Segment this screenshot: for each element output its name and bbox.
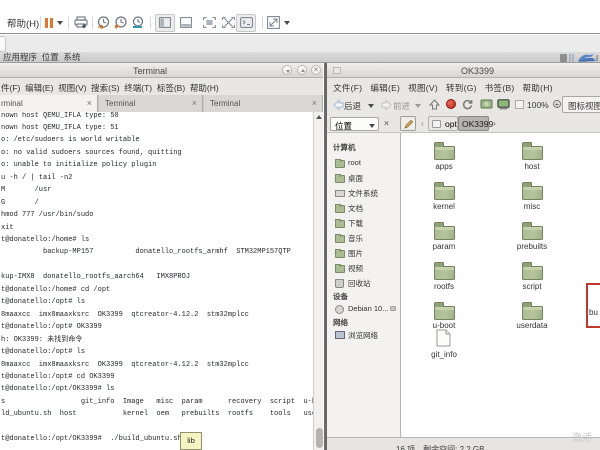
svg-text:8: 8 [596, 54, 598, 63]
